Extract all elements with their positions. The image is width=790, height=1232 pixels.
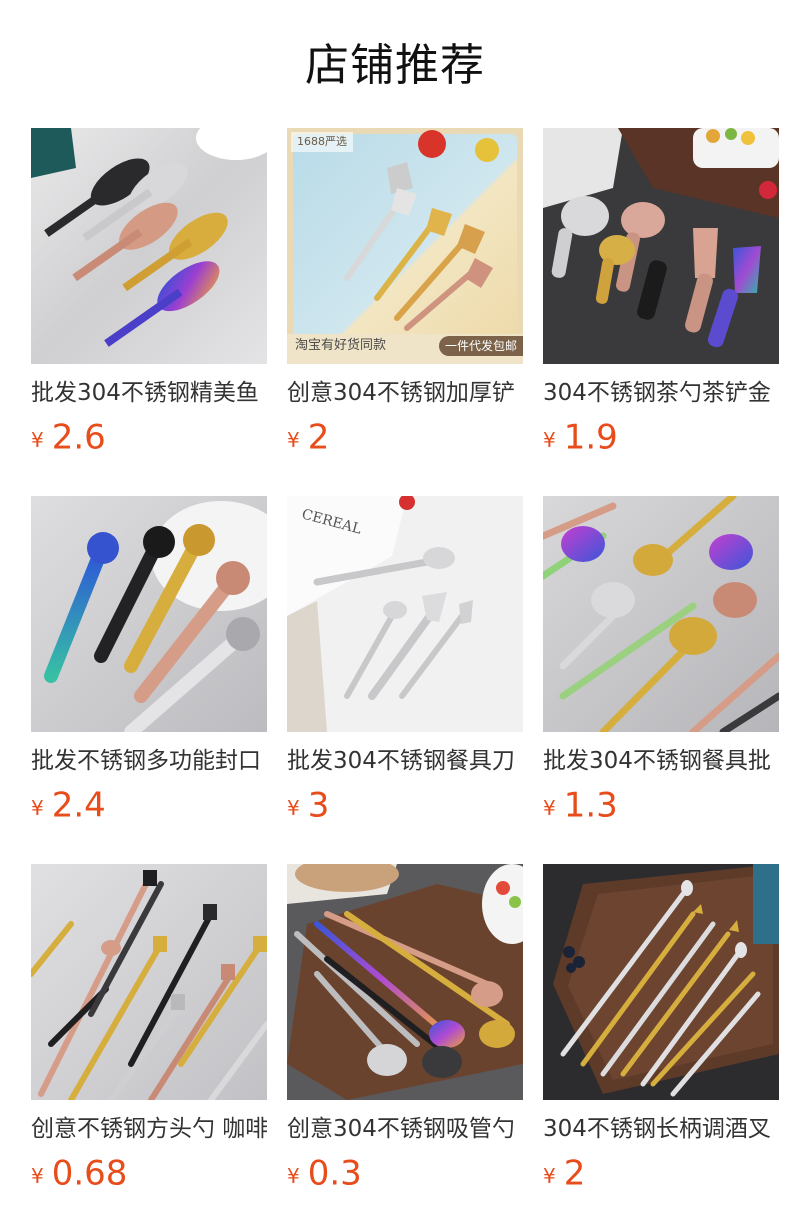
product-image-straw-spoons[interactable] xyxy=(287,864,523,1100)
currency-symbol: ¥ xyxy=(31,427,44,452)
product-price: ¥0.3 xyxy=(287,1148,362,1198)
product-card[interactable]: 创意不锈钢方头勺 咖啡 ¥0.68 xyxy=(31,864,267,1204)
currency-symbol: ¥ xyxy=(287,795,300,820)
price-amount: 0.3 xyxy=(307,1153,362,1194)
product-price: ¥2 xyxy=(287,412,329,462)
currency-symbol: ¥ xyxy=(31,795,44,820)
page-title: 店铺推荐 xyxy=(305,40,485,91)
product-name[interactable]: 批发304不锈钢餐具批 xyxy=(543,744,779,780)
product-card[interactable]: 304不锈钢长柄调酒叉 ¥2 xyxy=(543,864,779,1204)
product-price: ¥0.68 xyxy=(31,1148,127,1198)
product-name[interactable]: 批发304不锈钢精美鱼 xyxy=(31,376,267,412)
product-name[interactable]: 创意304不锈钢吸管勺 xyxy=(287,1112,523,1148)
product-card[interactable]: 创意304不锈钢吸管勺 ¥0.3 xyxy=(287,864,523,1204)
price-amount: 2.6 xyxy=(51,417,106,458)
product-image-cutlery-set[interactable]: CEREAL xyxy=(287,496,523,732)
currency-symbol: ¥ xyxy=(543,795,556,820)
product-image-fish-spoons[interactable] xyxy=(31,128,267,364)
badge-right-label: 一件代发包邮 xyxy=(438,336,523,356)
price-amount: 1.3 xyxy=(563,785,618,826)
price-amount: 2.4 xyxy=(51,785,106,826)
product-name[interactable]: 创意不锈钢方头勺 咖啡 xyxy=(31,1112,267,1148)
product-price: ¥1.3 xyxy=(543,780,618,830)
price-amount: 0.68 xyxy=(51,1153,128,1194)
price-amount: 3 xyxy=(307,785,330,826)
currency-symbol: ¥ xyxy=(287,1163,300,1188)
product-name[interactable]: 304不锈钢茶勺茶铲金 xyxy=(543,376,779,412)
product-image-square-spoons[interactable] xyxy=(31,864,267,1100)
product-card[interactable]: 304不锈钢茶勺茶铲金 ¥1.9 xyxy=(543,128,779,468)
product-price: ¥2 xyxy=(543,1148,585,1198)
currency-symbol: ¥ xyxy=(543,1163,556,1188)
product-name[interactable]: 304不锈钢长柄调酒叉 xyxy=(543,1112,779,1148)
currency-symbol: ¥ xyxy=(287,427,300,452)
product-card[interactable]: 批发不锈钢多功能封口 ¥2.4 xyxy=(31,496,267,836)
product-name[interactable]: 批发304不锈钢餐具刀 xyxy=(287,744,523,780)
currency-symbol: ¥ xyxy=(543,427,556,452)
badge-left-label: 淘宝有好货同款 xyxy=(295,338,387,353)
product-price: ¥3 xyxy=(287,780,329,830)
product-image-long-spoons[interactable] xyxy=(543,496,779,732)
price-amount: 2 xyxy=(563,1153,586,1194)
product-price: ¥1.9 xyxy=(543,412,618,462)
product-image-tea-spoons[interactable] xyxy=(543,128,779,364)
price-amount: 1.9 xyxy=(563,417,618,458)
product-image-shovel-spoons[interactable]: 1688严选 淘宝有好货同款 一件代发包邮 xyxy=(287,128,523,364)
product-name[interactable]: 批发不锈钢多功能封口 xyxy=(31,744,267,780)
product-card[interactable]: 批发304不锈钢餐具批 ¥1.3 xyxy=(543,496,779,836)
currency-symbol: ¥ xyxy=(31,1163,44,1188)
product-card[interactable]: 批发304不锈钢精美鱼 ¥2.6 xyxy=(31,128,267,468)
product-image-cocktail-forks[interactable] xyxy=(543,864,779,1100)
product-card[interactable]: CEREAL 批发304不锈钢餐具刀 ¥3 xyxy=(287,496,523,836)
product-price: ¥2.4 xyxy=(31,780,106,830)
product-image-coffee-scoops[interactable] xyxy=(31,496,267,732)
price-amount: 2 xyxy=(307,417,330,458)
product-price: ¥2.6 xyxy=(31,412,106,462)
product-card[interactable]: 1688严选 淘宝有好货同款 一件代发包邮 创意304不锈钢加厚铲 ¥2 xyxy=(287,128,523,468)
badge-top-label: 1688严选 xyxy=(291,132,353,152)
product-name[interactable]: 创意304不锈钢加厚铲 xyxy=(287,376,523,412)
